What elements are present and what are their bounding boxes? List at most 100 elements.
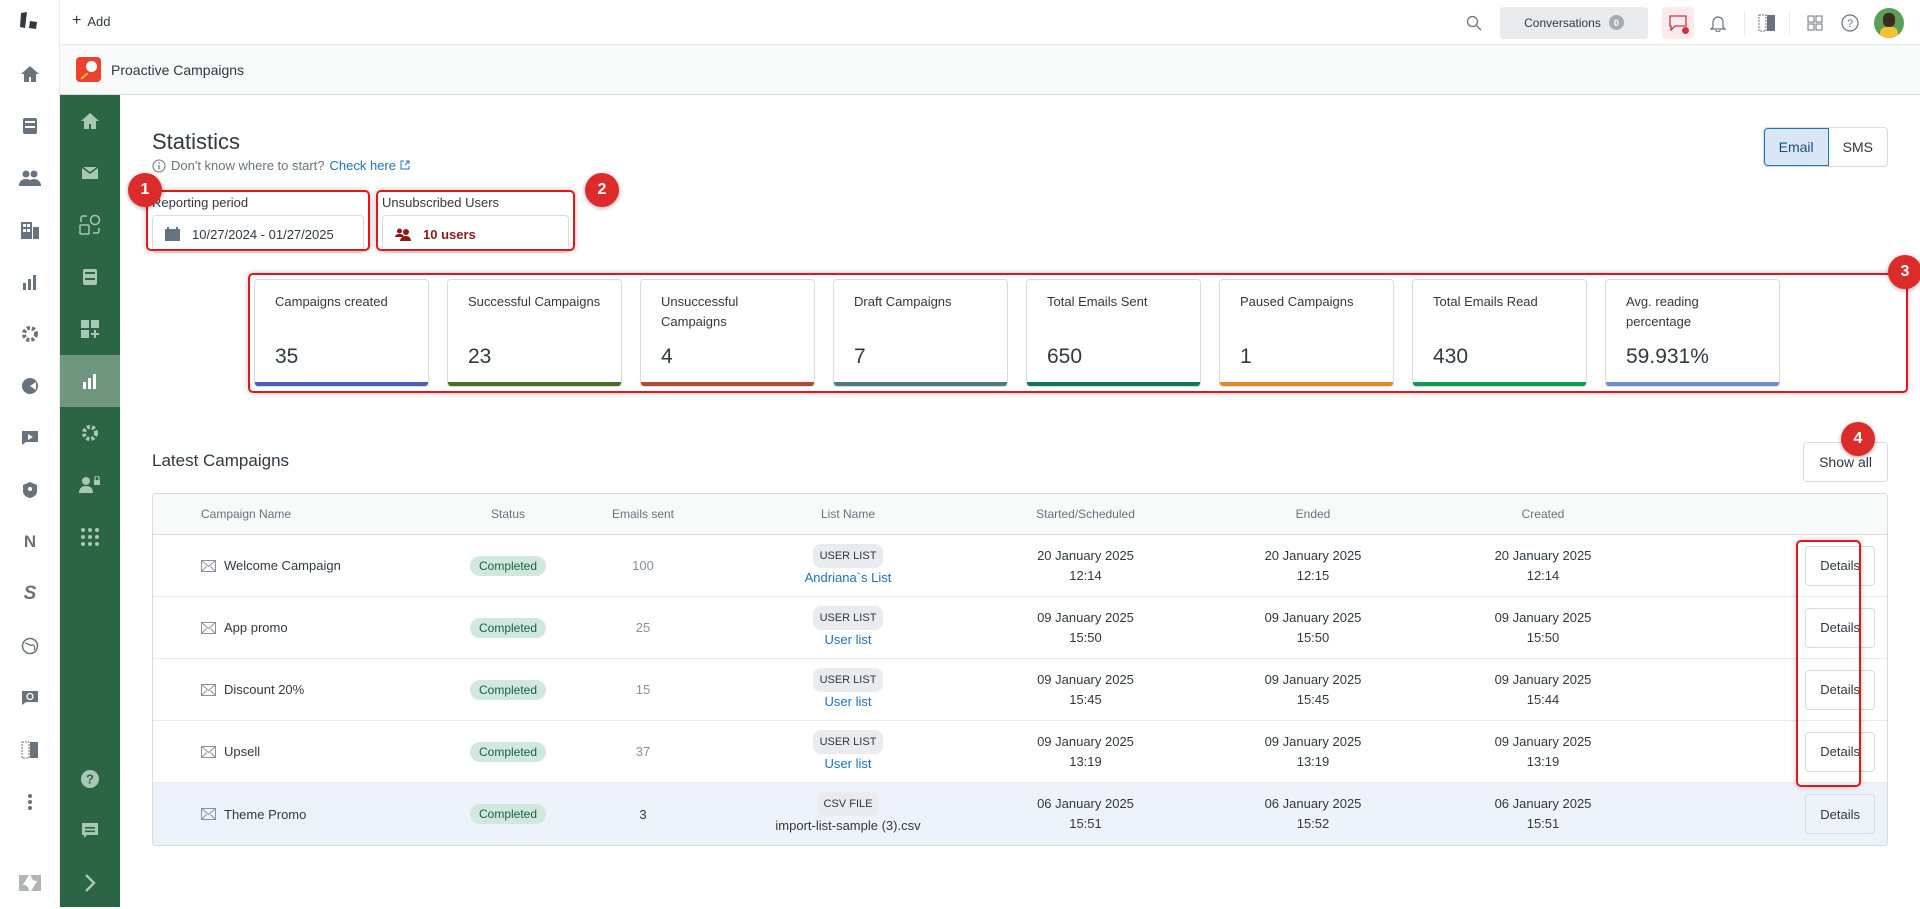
list-type-tag: USER LIST [813,606,884,630]
col-started[interactable]: Started/Scheduled [973,507,1198,521]
reporting-icon[interactable] [18,270,42,294]
organizations-icon[interactable] [18,218,42,242]
created-date: 09 January 2025 [1495,610,1592,625]
help-question-icon[interactable]: ? [1830,14,1870,32]
created-time: 12:14 [1527,568,1560,583]
app-c-icon[interactable] [18,374,42,398]
add-button[interactable]: + Add [72,12,110,30]
col-campaign-name[interactable]: Campaign Name [153,507,453,521]
app-nav-apps-grid-icon[interactable] [60,511,120,563]
ended-date: 09 January 2025 [1265,672,1362,687]
list-name-link[interactable]: User list [825,632,872,647]
list-name-link[interactable]: User list [825,694,872,709]
product-tray-grid-icon[interactable] [1800,15,1830,31]
stat-value: 35 [275,345,408,369]
s-app-icon[interactable]: S [18,582,42,606]
app-nav-settings-gear-icon[interactable] [60,407,120,459]
stat-card-draft-campaigns: Draft Campaigns 7 [833,279,1008,387]
mail-icon [201,746,216,758]
ended-time: 13:19 [1297,754,1330,769]
status-badge: Completed [470,556,546,576]
emails-sent: 100 [563,558,723,573]
app-nav-statistics-icon[interactable] [60,355,120,407]
admin-gear-icon[interactable] [18,322,42,346]
app-nav-templates-icon[interactable] [60,251,120,303]
stat-title: Successful Campaigns [468,292,601,332]
details-button[interactable]: Details [1805,794,1875,834]
conversations-button[interactable]: Conversations 0 [1500,7,1648,39]
created-time: 13:19 [1527,754,1560,769]
app-nav-user-lock-icon[interactable] [60,459,120,511]
video-icon[interactable] [18,426,42,450]
qr-app-icon[interactable] [18,738,42,762]
app-nav-add-widget-icon[interactable] [60,303,120,355]
top-bar: + Add Conversations 0 ? [60,0,1920,45]
created-date: 09 January 2025 [1495,672,1592,687]
app-nav-home-icon[interactable] [60,95,120,147]
svg-text:?: ? [1847,18,1853,30]
ended-date: 09 January 2025 [1265,610,1362,625]
started-time: 13:19 [1069,754,1102,769]
app-nav-automation-icon[interactable] [60,199,120,251]
stats-cards: Campaigns created 35 Successful Campaign… [254,279,1780,387]
app-nav-expand-chevron-icon[interactable] [60,857,120,909]
campaign-name: Theme Promo [224,807,306,822]
tab-email[interactable]: Email [1764,128,1829,166]
ended-time: 12:15 [1297,568,1330,583]
zendesk-footer-logo-icon [18,871,42,895]
table-row: Upsell Completed 37 USER LISTUser list 0… [153,721,1887,783]
campaign-name: Welcome Campaign [224,558,341,573]
emails-sent: 3 [563,807,723,822]
sync-chat-icon[interactable] [18,686,42,710]
views-icon[interactable] [18,114,42,138]
globe-app-icon[interactable] [18,634,42,658]
ended-date: 20 January 2025 [1265,548,1362,563]
n-app-icon[interactable]: N [18,530,42,554]
tab-sms[interactable]: SMS [1829,128,1887,166]
created-date: 09 January 2025 [1495,734,1592,749]
col-created[interactable]: Created [1428,507,1658,521]
app-nav-campaigns-mail-icon[interactable] [60,147,120,199]
col-status[interactable]: Status [453,507,563,521]
mail-icon [201,808,216,820]
app-title: Proactive Campaigns [111,62,244,78]
started-date: 09 January 2025 [1037,734,1134,749]
chat-alert-icon[interactable] [1662,7,1694,39]
created-time: 15:51 [1527,816,1560,831]
user-avatar[interactable] [1874,8,1904,38]
qr-app-icon[interactable] [1755,14,1779,32]
status-badge: Completed [470,804,546,824]
list-name-link[interactable]: Andriana`s List [805,570,892,585]
zendesk-logo-icon[interactable] [18,9,42,33]
started-date: 09 January 2025 [1037,610,1134,625]
app-nav-help-icon[interactable]: ? [60,753,120,805]
mail-icon [201,622,216,634]
ended-date: 06 January 2025 [1265,796,1362,811]
status-badge: Completed [470,618,546,638]
customers-icon[interactable] [18,166,42,190]
ended-date: 09 January 2025 [1265,734,1362,749]
table-row: Discount 20% Completed 15 USER LISTUser … [153,659,1887,721]
notifications-bell-icon[interactable] [1702,14,1734,32]
col-emails-sent[interactable]: Emails sent [563,507,723,521]
check-here-link[interactable]: Check here [330,158,410,173]
stat-color-bar [1027,382,1200,386]
app-nav-feedback-icon[interactable] [60,805,120,857]
created-time: 15:50 [1527,630,1560,645]
plus-icon: + [72,12,81,30]
search-icon[interactable] [1454,15,1494,31]
info-icon [152,159,166,173]
campaign-name: App promo [224,620,288,635]
annotation-box-4 [1796,540,1861,787]
table-row: Theme Promo Completed 3 CSV FILEimport-l… [153,783,1887,845]
more-vertical-icon[interactable] [18,790,42,814]
col-ended[interactable]: Ended [1198,507,1428,521]
list-name-link[interactable]: User list [825,756,872,771]
stat-color-bar [641,382,814,386]
stat-title: Avg. reading percentage [1626,292,1759,332]
shield-user-icon[interactable] [18,478,42,502]
campaign-name: Upsell [224,744,260,759]
home-icon[interactable] [18,62,42,86]
col-list-name[interactable]: List Name [723,507,973,521]
created-time: 15:44 [1527,692,1560,707]
